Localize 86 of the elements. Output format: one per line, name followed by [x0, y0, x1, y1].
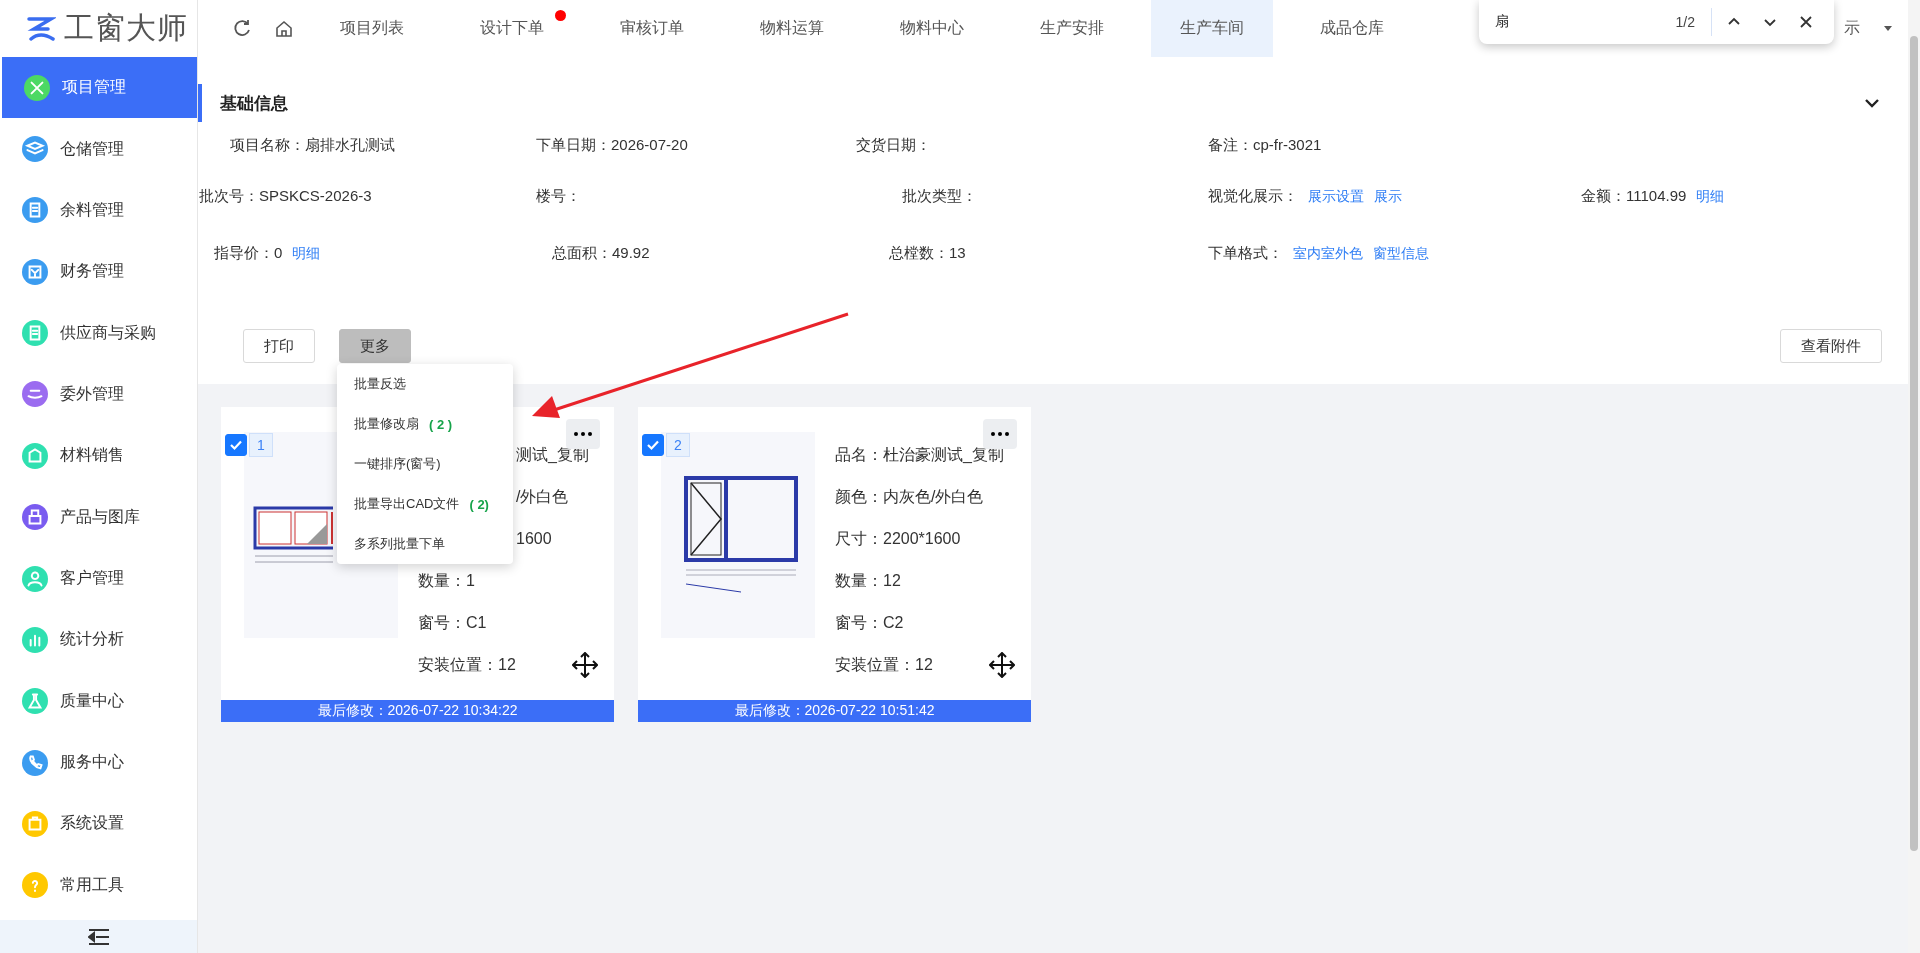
index-badge: 2 [666, 433, 690, 457]
card-detail: 窗号：C1 [418, 612, 487, 633]
match-count: 1/2 [1675, 14, 1695, 30]
card-detail: /外白色 [516, 486, 569, 507]
print-button[interactable]: 打印 [243, 329, 315, 363]
menu-item[interactable]: 批量导出CAD文件 [354, 495, 460, 513]
checkmark-icon [646, 438, 660, 452]
checkbox[interactable] [642, 434, 664, 456]
field-text: 视觉化展示： [1208, 187, 1298, 206]
sidebar-item[interactable]: 余料管理 [0, 179, 197, 242]
nav-tab[interactable]: 物料中心 [862, 0, 1002, 57]
field-text: 下单格式： [1208, 244, 1283, 263]
nav-tab[interactable]: 生产车间 [1151, 0, 1273, 57]
more-options-button[interactable] [566, 419, 600, 449]
count-label: ( 2 ) [429, 416, 453, 432]
sidebar-item[interactable]: 委外管理 [0, 363, 197, 426]
sidebar-item[interactable]: 材料销售 [0, 425, 197, 487]
collapse-chevron-icon[interactable] [1864, 98, 1880, 108]
count-label: ( 2) [469, 496, 489, 512]
field-text: 项目名称：扇排水孔测试 [230, 135, 395, 155]
close-icon[interactable] [1798, 14, 1814, 30]
menu-item[interactable]: 一键排序(窗号) [354, 455, 441, 473]
link[interactable]: 明细 [292, 244, 321, 263]
move-icon[interactable] [989, 652, 1015, 678]
refresh-icon[interactable] [232, 18, 252, 39]
field-text: 楼号： [536, 187, 581, 206]
field-text: 总面积：49.92 [552, 244, 650, 263]
more-button[interactable]: 更多 [339, 329, 411, 363]
nav-tab[interactable]: 审核订单 [582, 0, 722, 57]
sidebar-item[interactable]: 项目管理 [2, 57, 197, 119]
nav-tab[interactable]: 设计下单 [442, 0, 582, 57]
search-query[interactable]: 扇 [1495, 13, 1676, 31]
nav-tab[interactable]: 成品仓库 [1282, 0, 1422, 57]
more-icon [991, 432, 1009, 436]
sidebar-item[interactable]: 服务中心 [0, 731, 197, 794]
link[interactable]: 窗型信息 [1373, 244, 1429, 263]
sidebar-item[interactable]: 系统设置 [0, 793, 197, 855]
field-text: 交货日期： [856, 135, 931, 155]
sidebar-item[interactable]: 供应商与采购 [0, 302, 197, 364]
sidebar-item[interactable]: 质量中心 [0, 670, 197, 732]
card-detail: 窗号：C2 [835, 612, 904, 633]
card-detail: 安装位置：12 [418, 654, 516, 675]
home-icon[interactable] [274, 18, 294, 39]
field-text: 下单日期：2026-07-20 [536, 135, 688, 155]
collapse-menu-icon[interactable] [85, 926, 112, 947]
attachments-button[interactable]: 查看附件 [1780, 329, 1882, 363]
menu-item[interactable]: 批量修改扇 [354, 415, 419, 433]
card-detail: 数量：12 [835, 570, 901, 591]
checkbox[interactable] [225, 434, 247, 456]
link[interactable]: 室内室外色 [1293, 244, 1363, 263]
sidebar-item[interactable]: 仓储管理 [0, 118, 197, 180]
move-icon[interactable] [572, 652, 598, 678]
menu-item[interactable]: 批量反选 [354, 375, 406, 393]
sidebar-item[interactable]: 统计分析 [0, 609, 197, 671]
last-modified-bar: 最后修改：2026-07-22 10:34:22 [221, 700, 614, 722]
app-logo: 工窗大师 [0, 0, 197, 57]
field-text: 金额：11104.99 [1581, 187, 1687, 206]
sidebar-item[interactable]: 常用工具 [0, 854, 197, 917]
card-detail: 颜色：内灰色/外白色 [835, 486, 984, 507]
sidebar-item[interactable]: 产品与图库 [0, 486, 197, 548]
nav-tab[interactable]: 物料运算 [722, 0, 862, 57]
link[interactable]: 展示设置 [1308, 187, 1364, 206]
nav-tab[interactable]: 示 [1844, 0, 1860, 57]
sidebar-item[interactable]: 财务管理 [0, 241, 197, 303]
field-text: 指导价：0 [214, 244, 283, 263]
caret-icon[interactable] [1884, 25, 1892, 32]
sidebar-item[interactable]: 客户管理 [0, 547, 197, 610]
link[interactable]: 展示 [1374, 187, 1402, 206]
card-detail: 数量：1 [418, 570, 475, 591]
more-icon [574, 432, 592, 436]
link[interactable]: 明细 [1696, 187, 1725, 206]
nav-tab[interactable]: 项目列表 [302, 0, 442, 57]
more-options-button[interactable] [983, 419, 1017, 449]
section-title: 基础信息 [220, 92, 289, 115]
field-text: 批次号：SPSKCS-2026-3 [199, 187, 372, 206]
field-text: 备注：cp-fr-3021 [1208, 135, 1322, 155]
nav-tab[interactable]: 生产安排 [1002, 0, 1142, 57]
card-detail: 安装位置：12 [835, 654, 933, 675]
checkmark-icon [229, 438, 243, 452]
card-detail: 1600 [516, 529, 552, 549]
last-modified-bar: 最后修改：2026-07-22 10:51:42 [638, 700, 1031, 722]
menu-item[interactable]: 多系列批量下单 [354, 535, 445, 553]
index-badge: 1 [249, 433, 273, 457]
field-text: 批次类型： [902, 187, 977, 206]
field-text: 总樘数：13 [889, 244, 966, 263]
card-detail: 尺寸：2200*1600 [835, 528, 961, 549]
